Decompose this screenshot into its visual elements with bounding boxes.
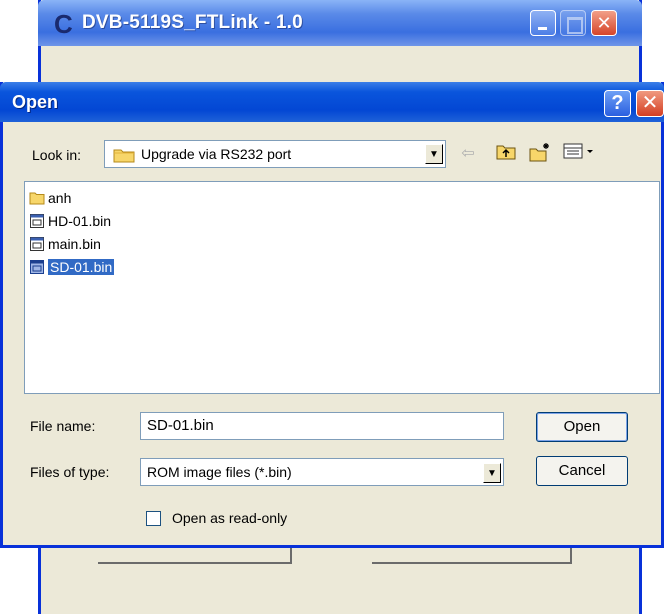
look-in-label: Look in: (32, 147, 82, 163)
open-as-read-only-option[interactable]: Open as read-only (146, 508, 287, 528)
main-close-button[interactable]: ✕ (591, 10, 617, 36)
up-folder-svg (496, 145, 516, 160)
file-bin-icon (30, 260, 44, 274)
maximize-icon (561, 11, 585, 35)
list-item-label: anh (48, 190, 72, 206)
views-svg (563, 143, 593, 159)
file-name-input[interactable]: SD-01.bin (140, 412, 504, 440)
files-of-type-value: ROM image files (*.bin) (147, 464, 292, 480)
list-item[interactable]: anh (29, 188, 74, 208)
read-only-label: Open as read-only (172, 510, 288, 526)
list-item-selected[interactable]: SD-01.bin (29, 257, 117, 277)
files-of-type-label: Files of type: (30, 464, 110, 480)
main-window-body (41, 46, 639, 66)
file-bin-icon (30, 214, 44, 228)
help-button[interactable]: ? (604, 90, 631, 117)
folder-icon (29, 192, 45, 205)
minimize-button[interactable] (530, 10, 556, 36)
file-list[interactable]: anh HD-01.bin main.bin SD-01.bin (24, 181, 660, 394)
file-name-label: File name: (30, 418, 96, 434)
read-only-checkbox[interactable] (146, 510, 161, 526)
folder-icon (113, 149, 135, 163)
cancel-button[interactable]: Cancel (536, 456, 628, 486)
list-item-label: HD-01.bin (48, 213, 112, 229)
open-button[interactable]: Open (536, 412, 628, 442)
chevron-down-icon[interactable]: ▼ (483, 463, 501, 483)
close-icon: ✕ (596, 13, 612, 33)
list-item-label: SD-01.bin (48, 259, 115, 275)
dialog-close-button[interactable]: ✕ (636, 90, 664, 117)
list-item[interactable]: main.bin (29, 234, 104, 254)
views-menu-icon[interactable] (560, 142, 600, 166)
list-item-label: main.bin (48, 236, 101, 252)
main-window-title: DVB-5119S_FTLink - 1.0 (82, 12, 303, 33)
app-c-icon: C (54, 9, 73, 39)
new-folder-svg (529, 143, 549, 162)
up-one-level-icon[interactable] (494, 142, 518, 166)
open-dialog-titlebar[interactable] (0, 82, 664, 122)
chevron-down-icon[interactable]: ▼ (425, 144, 443, 164)
maximize-button[interactable] (560, 10, 586, 36)
back-arrow-icon[interactable]: ⇦ (456, 142, 480, 166)
minimize-icon (531, 11, 555, 35)
open-dialog-title: Open (12, 92, 59, 112)
list-item[interactable]: HD-01.bin (29, 211, 114, 231)
new-folder-icon[interactable] (528, 142, 552, 166)
look-in-dropdown[interactable]: Upgrade via RS232 port ▼ (104, 140, 446, 168)
files-of-type-dropdown[interactable]: ROM image files (*.bin) ▼ (140, 458, 504, 486)
look-in-value: Upgrade via RS232 port (141, 146, 292, 162)
file-bin-icon (30, 237, 44, 251)
